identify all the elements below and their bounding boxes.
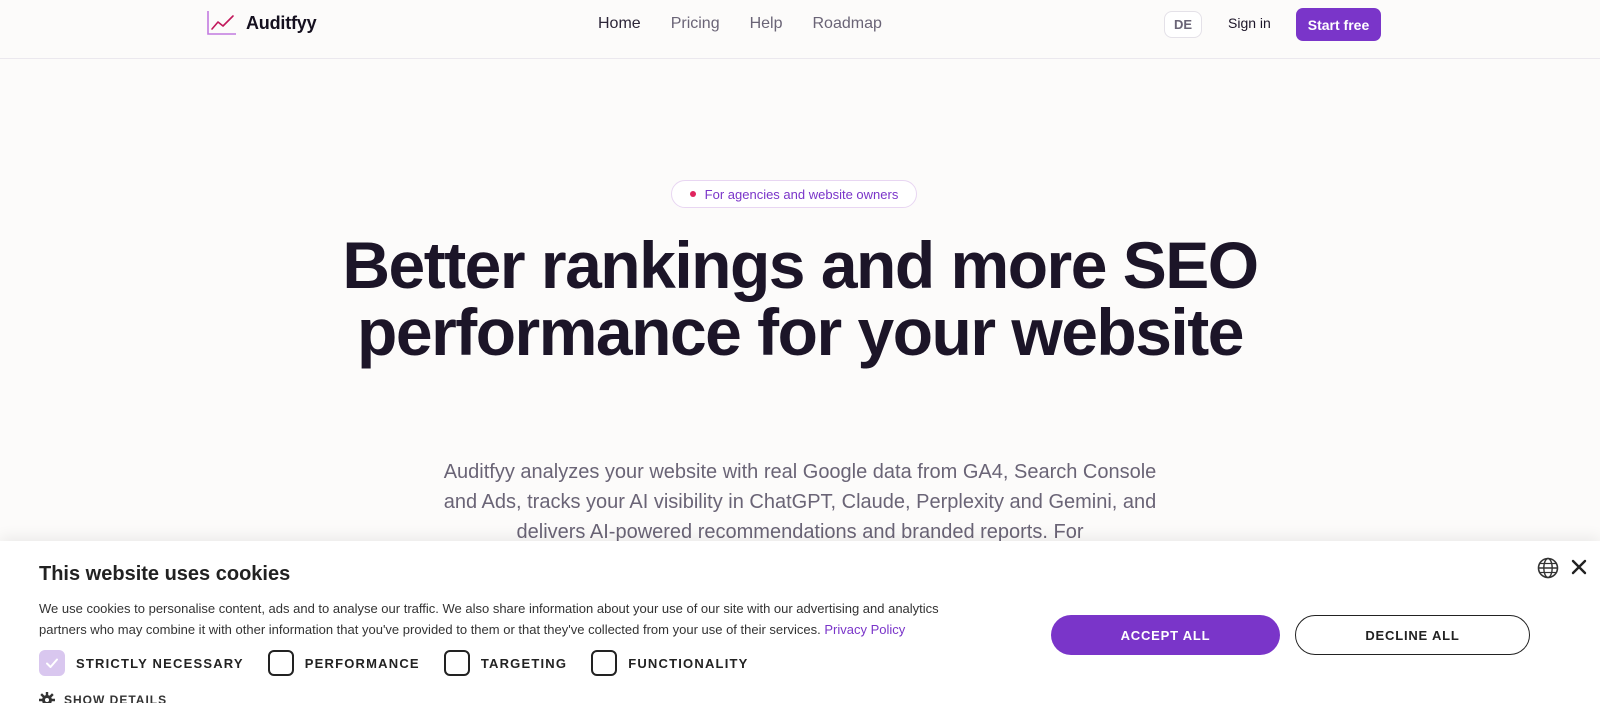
cookie-banner-title: This website uses cookies	[39, 563, 291, 585]
dot-icon	[689, 191, 696, 197]
checkbox-functionality[interactable]	[591, 650, 618, 676]
nav-roadmap[interactable]: Roadmap	[813, 15, 882, 33]
privacy-policy-link[interactable]: Privacy Policy	[824, 622, 905, 637]
main-nav: Home Pricing Help Roadmap	[598, 15, 882, 33]
show-details-toggle[interactable]: SHOW DETAILS	[39, 692, 167, 703]
gear-icon	[39, 692, 55, 703]
consent-label: TARGETING	[480, 655, 568, 671]
sign-in-link[interactable]: Sign in	[1228, 15, 1271, 31]
nav-home[interactable]: Home	[598, 15, 641, 33]
site-header: Auditfyy Home Pricing Help Roadmap DE Si…	[0, 0, 1600, 59]
logo-link[interactable]: Auditfyy	[206, 8, 317, 38]
checkbox-strictly-necessary[interactable]	[39, 650, 65, 676]
audience-badge-label: For agencies and website owners	[704, 186, 899, 202]
decline-all-button[interactable]: DECLINE ALL	[1295, 615, 1530, 655]
close-icon[interactable]	[1570, 558, 1588, 576]
hero-subtitle: Auditfyy analyzes your website with real…	[443, 461, 1157, 543]
consent-strictly-necessary[interactable]: STRICTLY NECESSARY	[39, 650, 244, 676]
nav-pricing[interactable]: Pricing	[671, 15, 720, 33]
audience-badge: For agencies and website owners	[671, 180, 917, 208]
checkbox-targeting[interactable]	[443, 650, 470, 676]
logo-text: Auditfyy	[246, 12, 317, 33]
checkbox-performance[interactable]	[267, 650, 294, 676]
globe-icon[interactable]	[1537, 557, 1559, 579]
hero-title: Better rankings and more SEO performance…	[342, 228, 1259, 369]
cookie-banner-text: We use cookies to personalise content, a…	[39, 598, 989, 640]
language-switch-button[interactable]: DE	[1164, 11, 1202, 38]
accept-all-button[interactable]: ACCEPT ALL	[1051, 615, 1280, 655]
consent-functionality[interactable]: FUNCTIONALITY	[591, 650, 748, 676]
consent-label: STRICTLY NECESSARY	[76, 655, 244, 671]
chart-logo-icon	[207, 11, 236, 35]
cookie-banner: This website uses cookies We use cookies…	[0, 541, 1600, 703]
consent-targeting[interactable]: TARGETING	[443, 650, 568, 676]
cookie-text-body: We use cookies to personalise content, a…	[39, 601, 939, 637]
consent-performance[interactable]: PERFORMANCE	[267, 650, 420, 676]
consent-label: FUNCTIONALITY	[628, 655, 749, 671]
show-details-label: SHOW DETAILS	[64, 693, 168, 703]
nav-help[interactable]: Help	[750, 15, 783, 33]
consent-options: STRICTLY NECESSARY PERFORMANCE TARGETING…	[39, 650, 773, 676]
start-free-button[interactable]: Start free	[1296, 8, 1381, 41]
checkmark-icon	[46, 658, 58, 668]
consent-label: PERFORMANCE	[304, 655, 420, 671]
